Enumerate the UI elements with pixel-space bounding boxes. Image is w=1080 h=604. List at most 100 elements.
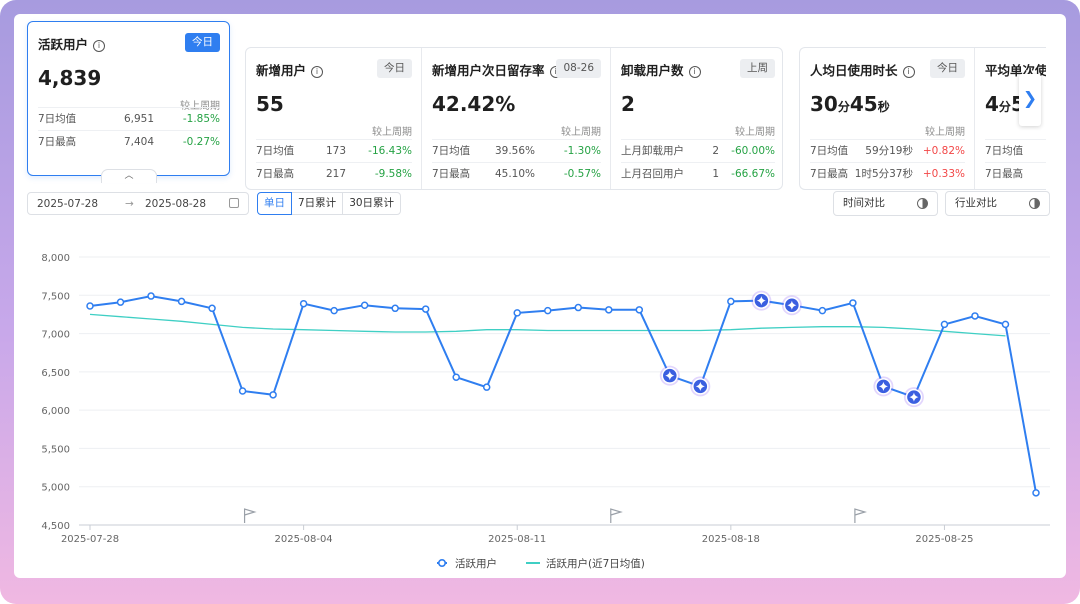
stat-row: 上月召回用户 1 -66.67% <box>621 162 775 185</box>
legend-label: 活跃用户(近7日均值) <box>546 557 645 570</box>
info-icon[interactable]: i <box>311 66 324 78</box>
info-icon[interactable]: i <box>93 40 106 52</box>
stat-row: 7日均值 39.56% -1.30% <box>432 139 601 162</box>
range-button-7day[interactable]: 7日累计 <box>291 192 344 215</box>
compare-label: 较上周期 <box>925 127 965 138</box>
data-point[interactable] <box>635 306 644 314</box>
highlight-point[interactable] <box>690 376 711 397</box>
card-active-users[interactable]: 活跃用户 i 今日 4,839 较上周期 7日均值 6,951 -1.85% 7日… <box>27 21 230 183</box>
info-icon[interactable]: i <box>688 66 701 78</box>
info-icon[interactable]: i <box>902 66 915 78</box>
stat-row: 7日最高 7,404 -0.27% <box>38 130 220 153</box>
card-title: 卸载用户数 <box>621 63 684 78</box>
stat-row: 7日均值 173 -16.43% <box>256 139 412 162</box>
stat-row: 7日最高 45.10% -0.57% <box>432 162 601 185</box>
highlight-point[interactable] <box>781 295 802 316</box>
y-tick-label: 5,500 <box>41 444 70 455</box>
end-date[interactable]: 2025-08-28 <box>145 198 206 210</box>
metric-value: 4,839 <box>38 66 102 90</box>
legend-label: 活跃用户 <box>455 557 497 570</box>
chart-legend: 活跃用户 活跃用户(近7日均值) <box>437 557 645 570</box>
data-point[interactable] <box>269 391 277 399</box>
stat-row: 7日最高 1时5分37秒 +0.33% <box>810 162 965 185</box>
active-users-line-chart: 8,000 7,500 7,000 6,500 6,000 5,500 5,000 4,500… <box>41 253 1050 570</box>
x-tick-label: 2025-08-11 <box>488 534 546 545</box>
highlight-point[interactable] <box>751 290 772 311</box>
data-point[interactable] <box>818 306 827 315</box>
metric-group-1: 新增用户 i 今日 55 较上周期 7日均值 173 -16.43% 7日最高 2… <box>245 47 783 190</box>
data-point[interactable] <box>208 304 216 313</box>
y-tick-label: 6,000 <box>41 406 70 417</box>
chevron-up-icon[interactable]: ︿ <box>101 169 157 183</box>
data-point[interactable] <box>727 297 735 306</box>
data-point[interactable] <box>543 306 552 315</box>
card-title: 人均日使用时长 <box>810 63 898 78</box>
data-point[interactable] <box>452 373 460 381</box>
compare-label: 较上周期 <box>372 127 412 138</box>
data-point[interactable] <box>1001 320 1010 329</box>
data-point[interactable] <box>116 298 125 306</box>
card-title: 新增用户次日留存率 <box>432 63 545 78</box>
flag-icon[interactable] <box>610 508 623 523</box>
data-point[interactable] <box>147 292 155 300</box>
data-point[interactable] <box>391 304 399 313</box>
range-button-30day[interactable]: 30日累计 <box>342 192 402 215</box>
y-tick-label: 8,000 <box>41 253 70 264</box>
calendar-icon[interactable] <box>229 198 239 208</box>
card-usage-time[interactable]: 人均日使用时长 i 今日 30分45秒 较上周期 7日均值 59分19秒 +0.8… <box>800 48 974 189</box>
compare-label: 较上周期 <box>735 127 775 138</box>
period-tag[interactable]: 上周 <box>740 59 775 78</box>
data-point[interactable] <box>299 299 308 308</box>
data-point[interactable] <box>1032 489 1040 497</box>
chevron-right-icon[interactable]: ❯ <box>1019 74 1041 126</box>
series-line-avg <box>89 313 1006 337</box>
arrow-right-icon: → <box>125 198 134 210</box>
period-tag[interactable]: 今日 <box>185 33 220 52</box>
data-point[interactable] <box>86 302 94 310</box>
legend-item-avg[interactable]: 活跃用户(近7日均值) <box>526 557 645 570</box>
stat-row: 7日均值 59分19秒 +0.82% <box>810 139 965 162</box>
x-tick-label: 2025-08-25 <box>915 534 973 545</box>
card-title: 活跃用户 <box>38 37 89 52</box>
flag-icon[interactable] <box>243 508 257 523</box>
data-point[interactable] <box>971 312 979 320</box>
metric-value: 55 <box>256 92 284 116</box>
data-point[interactable] <box>574 303 583 312</box>
time-compare-button[interactable]: 时间对比 <box>833 191 938 216</box>
data-point[interactable] <box>849 299 857 307</box>
data-point[interactable] <box>513 309 521 317</box>
period-tag[interactable]: 今日 <box>930 59 965 78</box>
metric-value: 30分45秒 <box>810 92 890 116</box>
y-tick-label: 5,000 <box>41 483 70 494</box>
legend-item-active-users[interactable]: 活跃用户 <box>437 557 497 570</box>
start-date[interactable]: 2025-07-28 <box>37 198 98 210</box>
data-point[interactable] <box>605 306 613 314</box>
data-point[interactable] <box>940 320 949 329</box>
range-button-group: 单日 7日累计 30日累计 <box>257 192 402 215</box>
card-retention[interactable]: 新增用户次日留存率i 08-26 42.42% 较上周期 7日均值 39.56%… <box>421 48 610 189</box>
data-point[interactable] <box>177 297 186 306</box>
cards-clip <box>1046 44 1066 194</box>
card-title: 新增用户 <box>256 63 307 78</box>
date-tag[interactable]: 08-26 <box>556 59 601 78</box>
series-line-active-users <box>89 295 1037 493</box>
data-point[interactable] <box>360 301 369 309</box>
highlight-point[interactable] <box>903 387 924 408</box>
compare-label: 较上周期 <box>561 127 601 138</box>
data-point[interactable] <box>421 305 430 313</box>
data-point[interactable] <box>238 387 247 395</box>
data-point[interactable] <box>482 383 491 391</box>
stat-row: 7日最高 217 -9.58% <box>256 162 412 185</box>
card-uninstall[interactable]: 卸载用户数 i 上周 2 较上周期 上月卸载用户 2 -60.00% 上月召回用户… <box>610 48 782 189</box>
highlight-point[interactable] <box>659 365 680 386</box>
highlight-point[interactable] <box>873 376 894 397</box>
metric-value: 2 <box>621 92 635 116</box>
data-point[interactable] <box>330 306 338 315</box>
industry-compare-button[interactable]: 行业对比 <box>945 191 1050 216</box>
card-new-users[interactable]: 新增用户 i 今日 55 较上周期 7日均值 173 -16.43% 7日最高 2… <box>246 48 421 189</box>
date-range-picker[interactable]: 2025-07-28 → 2025-08-28 <box>27 192 249 215</box>
flag-icon[interactable] <box>854 508 867 523</box>
x-tick-label: 2025-08-18 <box>702 534 760 545</box>
period-tag[interactable]: 今日 <box>377 59 412 78</box>
range-button-daily[interactable]: 单日 <box>257 192 292 215</box>
